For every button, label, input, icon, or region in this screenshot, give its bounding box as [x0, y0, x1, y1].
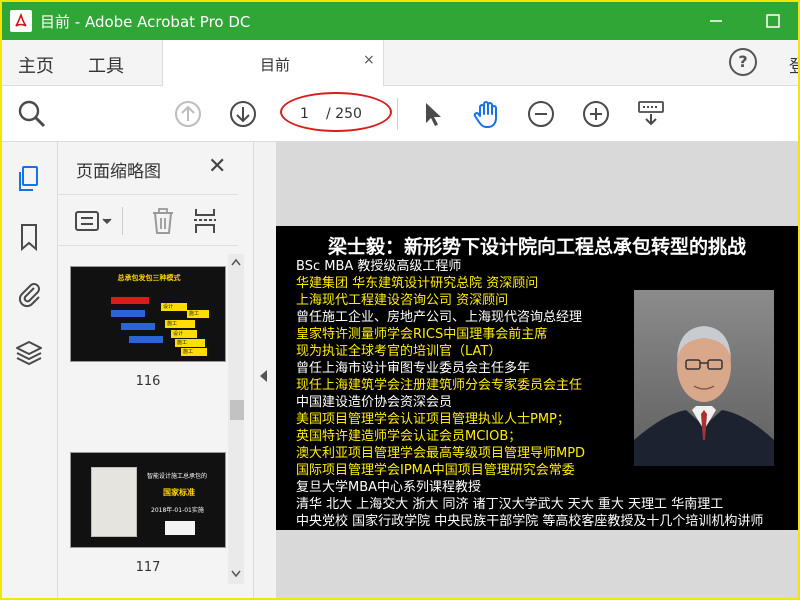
thumbnail-page-116[interactable]: 总承包发包三种模式 设计 施工 施工 设计 施工 施工: [70, 266, 226, 362]
close-panel-icon[interactable]: ✕: [208, 154, 226, 179]
slide-line: BSc MBA 教授级高级工程师: [296, 259, 462, 274]
slide-line: 现为执证全球考官的培训官（LAT）: [296, 344, 502, 359]
scrollbar-thumb[interactable]: [230, 400, 244, 420]
panel-title: 页面缩略图: [76, 162, 161, 182]
thumbnail-116-label: 设计: [161, 303, 187, 311]
thumbnail-116-label: 设计: [171, 330, 197, 338]
minimize-icon[interactable]: [703, 8, 729, 34]
bookmark-icon[interactable]: [14, 222, 44, 252]
slide-line: 澳大利亚项目管理学会最高等级项目管理导师MPD: [296, 446, 586, 461]
zoom-search-icon[interactable]: [16, 98, 48, 130]
slide-line: 国际项目管理学会IPMA中国项目管理研究会常委: [296, 463, 575, 478]
page-up-icon[interactable]: [172, 98, 204, 130]
options-menu-icon[interactable]: [74, 209, 116, 233]
extract-pages-icon[interactable]: [192, 207, 218, 235]
slide-line: 华建集团 华东建筑设计研究总院 资深顾问: [296, 276, 539, 291]
acrobat-logo-icon: [10, 10, 32, 32]
slide-line: 美国项目管理学会认证项目管理执业人士PMP；: [296, 412, 570, 427]
page-down-icon[interactable]: [227, 98, 259, 130]
toolbar-divider: [397, 98, 398, 130]
tab-home[interactable]: 主页: [18, 52, 54, 78]
acrobat-window: 目前 - Adobe Acrobat Pro DC 主页 工具 目前 × ? 登: [0, 0, 800, 600]
sign-in-label[interactable]: 登: [789, 52, 798, 77]
thumbnail-117-badge: [165, 521, 195, 535]
left-icon-rail: [2, 142, 58, 598]
slide-line: 中央党校 国家行政学院 中央民族干部学院 等高校客座教授及十几个培训机构讲师: [296, 514, 764, 529]
slide-line: 曾任施工企业、房地产公司、上海现代咨询总经理: [296, 310, 583, 325]
help-button[interactable]: ?: [729, 48, 757, 76]
thumbnail-116-bar: [111, 297, 149, 304]
slide-page: 梁士毅：新形势下设计院向工程总承包转型的挑战 BSc MBA 教授级高级工程师 …: [276, 226, 798, 530]
keyboard-fit-icon[interactable]: [635, 98, 667, 130]
zoom-in-icon[interactable]: [580, 98, 612, 130]
thumbnail-117-line: 国家标准: [163, 488, 195, 497]
title-bar: 目前 - Adobe Acrobat Pro DC: [2, 2, 798, 40]
panel-divider: [122, 207, 123, 235]
thumbnail-117-line: 智能设计施工总承包的: [147, 473, 208, 480]
slide-line: 中国建设造价协会资深会员: [296, 395, 453, 410]
slide-line: 上海现代工程建设咨询公司 资深顾问: [296, 293, 509, 308]
thumbnail-116-bar: [129, 336, 163, 343]
attachment-icon[interactable]: [14, 278, 44, 308]
thumbnail-116-label: 施工: [165, 320, 195, 328]
thumbnail-116-bar: [121, 323, 155, 330]
thumbnail-number-117: 117: [135, 560, 161, 575]
hand-tool-icon[interactable]: [471, 98, 503, 130]
thumbnail-116-title: 总承包发包三种模式: [117, 274, 181, 282]
maximize-icon[interactable]: [760, 8, 786, 34]
thumbnail-page-117[interactable]: 智能设计施工总承包的 国家标准 2018年-01-01实施: [70, 452, 226, 548]
slide-line: 曾任上海市设计审图专业委员会主任多年: [296, 361, 531, 376]
panel-scrollbar[interactable]: [228, 254, 244, 584]
close-tab-icon[interactable]: ×: [363, 52, 375, 68]
panel-toolbar: [58, 194, 238, 246]
speaker-photo: [634, 290, 774, 466]
page-navigator: / 250: [280, 92, 392, 132]
document-view: 梁士毅：新形势下设计院向工程总承包转型的挑战 BSc MBA 教授级高级工程师 …: [276, 142, 798, 598]
page-thumbnails-panel: 页面缩略图 ✕ 总承包发包三种模式 设计 施工 施工 设计 施工 施工 116 …: [58, 142, 254, 598]
thumbnail-117-line: 2018年-01-01实施: [151, 507, 204, 514]
layers-icon[interactable]: [14, 338, 44, 368]
red-annotation-ellipse: [280, 92, 392, 132]
slide-line: 英国特许建造师学会认证会员MCIOB；: [296, 429, 522, 444]
thumbnail-116-label: 施工: [175, 339, 205, 347]
thumbnail-116-label: 施工: [181, 348, 207, 356]
zoom-out-icon[interactable]: [525, 98, 557, 130]
page-thumbnails-icon[interactable]: [14, 164, 44, 194]
select-pointer-icon[interactable]: [416, 98, 448, 130]
window-title: 目前 - Adobe Acrobat Pro DC: [40, 13, 251, 31]
tab-document[interactable]: 目前 ×: [162, 40, 384, 86]
tab-tools[interactable]: 工具: [88, 52, 124, 78]
toolbar: / 250: [2, 86, 798, 142]
collapse-panel-icon[interactable]: [260, 370, 267, 382]
thumbnail-number-116: 116: [135, 374, 161, 389]
delete-icon[interactable]: [150, 207, 176, 235]
slide-line: 复旦大学MBA中心系列课程教授: [296, 480, 482, 495]
slide-line: 现任上海建筑学会注册建筑师分会专家委员会主任: [296, 378, 583, 393]
thumbnail-116-bar: [111, 310, 145, 317]
slide-title: 梁士毅：新形势下设计院向工程总承包转型的挑战: [328, 236, 747, 258]
thumbnail-116-label: 施工: [187, 310, 209, 318]
tab-bar: 主页 工具 目前 × ? 登: [2, 40, 798, 86]
slide-line: 清华 北大 上海交大 浙大 同济 诸丁汉大学武大 天大 重大 天理工 华南理工: [296, 497, 724, 512]
document-tab-label: 目前: [260, 56, 291, 74]
slide-line: 皇家特许测量师学会RICS中国理事会前主席: [296, 327, 548, 342]
thumbnail-117-document-image: [91, 467, 137, 537]
